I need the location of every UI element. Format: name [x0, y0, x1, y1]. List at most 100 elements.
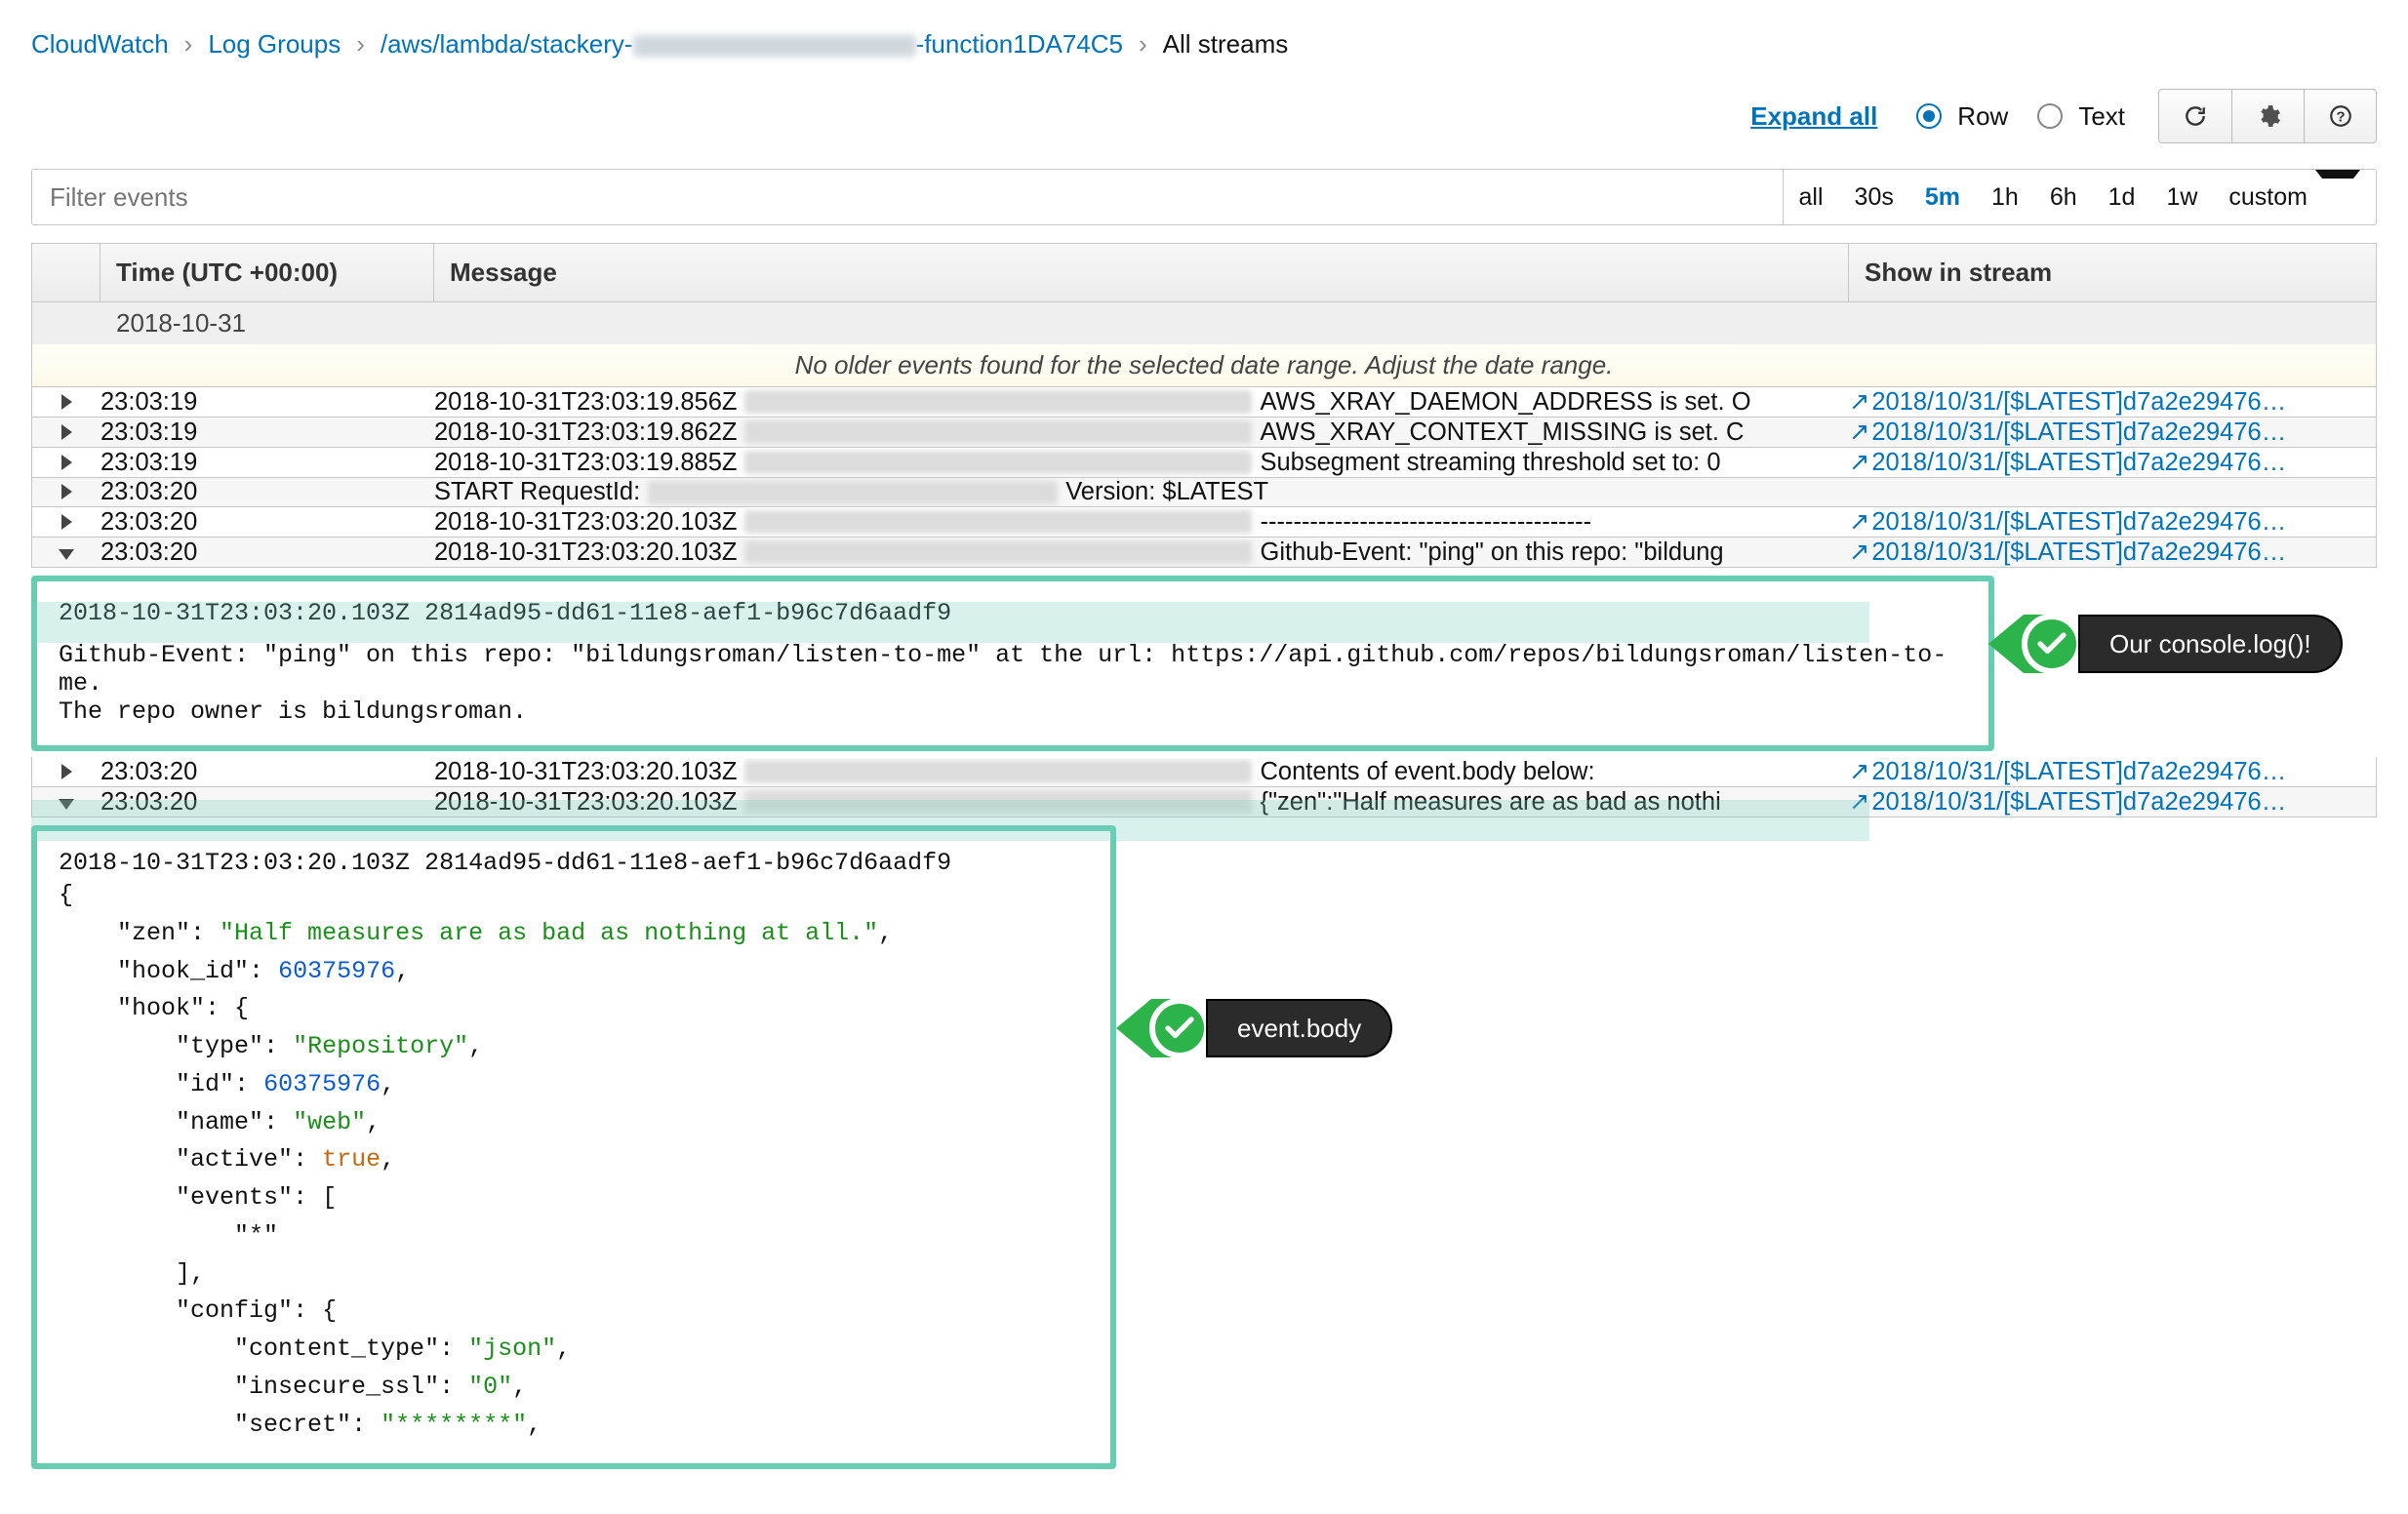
caret-right-icon [61, 455, 72, 470]
refresh-icon [2183, 103, 2208, 129]
log-message: 2018-10-31T23:03:20.103Z{"zen":"Half mea… [434, 788, 1849, 817]
time-range-option-1w[interactable]: 1w [2150, 170, 2213, 224]
log-row[interactable]: 23:03:192018-10-31T23:03:19.862ZAWS_XRAY… [32, 418, 2376, 448]
checkmark-icon [2022, 614, 2082, 674]
breadcrumb-lambda-group[interactable]: /aws/lambda/stackery--function1DA74C5 [381, 29, 1123, 60]
log-time: 23:03:19 [100, 388, 434, 417]
breadcrumb-cloudwatch[interactable]: CloudWatch [31, 29, 169, 60]
log-row[interactable]: 23:03:192018-10-31T23:03:19.856ZAWS_XRAY… [32, 387, 2376, 418]
stream-link[interactable]: ↗2018/10/31/[$LATEST]d7a2e29476… [1849, 449, 2286, 476]
log-time: 23:03:20 [100, 538, 434, 567]
settings-button[interactable] [2231, 90, 2304, 142]
external-link-icon: ↗ [1849, 508, 1869, 536]
log-row[interactable]: 23:03:202018-10-31T23:03:20.103Z{"zen":"… [32, 787, 2376, 817]
log-time: 23:03:20 [100, 478, 434, 506]
log-row[interactable]: 23:03:192018-10-31T23:03:19.885ZSubsegme… [32, 448, 2376, 478]
view-text-radio[interactable] [2037, 103, 2063, 129]
svg-text:?: ? [2336, 108, 2345, 125]
log-message: 2018-10-31T23:03:19.862ZAWS_XRAY_CONTEXT… [434, 418, 1849, 447]
time-range-option-30s[interactable]: 30s [1839, 170, 1909, 224]
log-row[interactable]: 23:03:202018-10-31T23:03:20.103Z--------… [32, 507, 2376, 538]
time-range-option-6h[interactable]: 6h [2034, 170, 2093, 224]
callout-label: Our console.log()! [2078, 615, 2343, 673]
expand-toggle[interactable] [32, 418, 100, 447]
callout-label: event.body [1206, 999, 1392, 1057]
help-button[interactable]: ? [2304, 90, 2376, 142]
stream-link[interactable]: ↗2018/10/31/[$LATEST]d7a2e29476… [1849, 538, 2286, 566]
chevron-right-icon: › [1139, 29, 1147, 60]
time-range-option-custom[interactable]: custom [2213, 170, 2376, 224]
log-stream-cell: ↗2018/10/31/[$LATEST]d7a2e29476… [1849, 448, 2376, 477]
log-message: START RequestId:Version: $LATEST [434, 478, 1849, 506]
external-link-icon: ↗ [1849, 418, 1869, 446]
col-stream[interactable]: Show in stream [1849, 244, 2376, 301]
redacted-text [633, 35, 916, 57]
log-stream-cell: ↗2018/10/31/[$LATEST]d7a2e29476… [1849, 757, 2376, 786]
expanded-log-detail: 2018-10-31T23:03:20.103Z 2814ad95-dd61-1… [31, 576, 1994, 751]
caret-right-icon [61, 394, 72, 410]
time-range-option-1h[interactable]: 1h [1976, 170, 2034, 224]
caret-right-icon [61, 764, 72, 779]
stream-link[interactable]: ↗2018/10/31/[$LATEST]d7a2e29476… [1849, 758, 2286, 785]
expand-toggle[interactable] [32, 388, 100, 417]
log-rows-group-1: 23:03:192018-10-31T23:03:19.856ZAWS_XRAY… [31, 387, 2377, 568]
stream-link[interactable]: ↗2018/10/31/[$LATEST]d7a2e29476… [1849, 508, 2286, 536]
view-row-label: Row [1957, 101, 2008, 132]
time-range-option-all[interactable]: all [1784, 170, 1839, 224]
log-stream-cell: ↗2018/10/31/[$LATEST]d7a2e29476… [1849, 418, 2376, 447]
caret-right-icon [61, 514, 72, 530]
redacted-text [744, 760, 1252, 783]
time-range-picker: all30s5m1h6h1d1wcustom [1783, 170, 2376, 224]
caret-down-icon [59, 549, 74, 560]
log-message: 2018-10-31T23:03:19.885ZSubsegment strea… [434, 449, 1849, 477]
redacted-text [744, 420, 1252, 444]
log-message: 2018-10-31T23:03:20.103Z----------------… [434, 508, 1849, 537]
caret-right-icon [61, 484, 72, 499]
expand-toggle[interactable] [32, 478, 100, 506]
help-icon: ? [2328, 103, 2353, 129]
external-link-icon: ↗ [1849, 538, 1869, 566]
expand-toggle[interactable] [32, 508, 100, 537]
redacted-text [744, 510, 1252, 534]
log-message: 2018-10-31T23:03:20.103ZGithub-Event: "p… [434, 538, 1849, 567]
chevron-right-icon: › [356, 29, 365, 60]
log-time: 23:03:20 [100, 788, 434, 817]
log-row[interactable]: 23:03:20START RequestId:Version: $LATEST [32, 478, 2376, 507]
expand-all-link[interactable]: Expand all [1750, 101, 1877, 132]
stream-link[interactable]: ↗2018/10/31/[$LATEST]d7a2e29476… [1849, 418, 2286, 446]
log-row[interactable]: 23:03:202018-10-31T23:03:20.103ZContents… [32, 757, 2376, 787]
caret-right-icon [61, 424, 72, 440]
time-range-option-5m[interactable]: 5m [1909, 170, 1976, 224]
detail-line: The repo owner is bildungsroman. [59, 697, 1967, 726]
log-rows-group-2: 23:03:202018-10-31T23:03:20.103ZContents… [31, 757, 2377, 817]
breadcrumb-log-groups[interactable]: Log Groups [208, 29, 341, 60]
detail-line: 2018-10-31T23:03:20.103Z 2814ad95-dd61-1… [59, 599, 1967, 627]
redacted-text [744, 790, 1252, 814]
external-link-icon: ↗ [1849, 449, 1869, 476]
redacted-text [744, 540, 1252, 564]
annotation-callout: event.body [1116, 999, 1392, 1057]
expand-toggle[interactable] [32, 449, 100, 477]
col-message[interactable]: Message [434, 244, 1849, 301]
toolbar-button-group: ? [2158, 89, 2377, 143]
expand-toggle[interactable] [32, 788, 100, 817]
stream-link[interactable]: ↗2018/10/31/[$LATEST]d7a2e29476… [1849, 788, 2286, 816]
log-row[interactable]: 23:03:202018-10-31T23:03:20.103ZGithub-E… [32, 538, 2376, 568]
refresh-button[interactable] [2159, 90, 2231, 142]
filter-events-input[interactable] [32, 170, 1783, 224]
external-link-icon: ↗ [1849, 388, 1869, 416]
time-range-option-1d[interactable]: 1d [2093, 170, 2151, 224]
breadcrumb-current: All streams [1163, 29, 1289, 60]
col-time[interactable]: Time (UTC +00:00) [100, 244, 434, 301]
annotation-callout: Our console.log()! [1988, 615, 2343, 673]
expand-toggle[interactable] [32, 538, 100, 567]
log-stream-cell: ↗2018/10/31/[$LATEST]d7a2e29476… [1849, 538, 2376, 567]
redacted-text [648, 481, 1058, 504]
no-older-events-banner: No older events found for the selected d… [31, 344, 2377, 387]
stream-link[interactable]: ↗2018/10/31/[$LATEST]d7a2e29476… [1849, 388, 2286, 416]
expand-toggle[interactable] [32, 758, 100, 786]
view-row-radio[interactable] [1916, 103, 1942, 129]
chevron-down-icon [2315, 170, 2360, 224]
log-time: 23:03:19 [100, 449, 434, 477]
date-group-row: 2018-10-31 [31, 301, 2377, 344]
